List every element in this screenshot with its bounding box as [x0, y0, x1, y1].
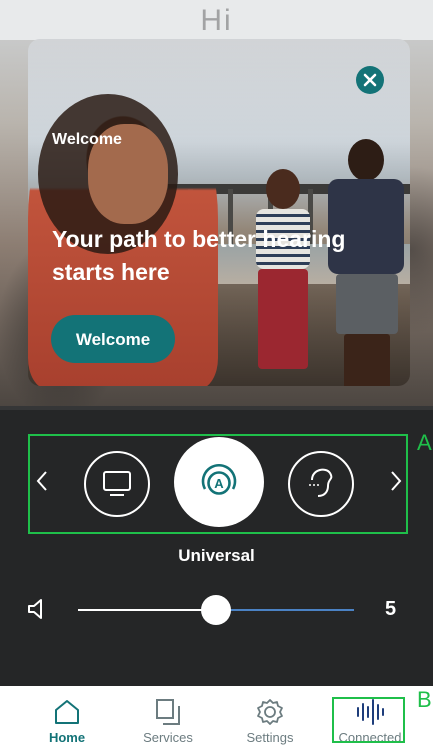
volume-track-filled[interactable] [78, 609, 218, 611]
volume-icon [27, 598, 47, 625]
nav-item-home[interactable]: Home [22, 686, 112, 746]
home-icon [22, 696, 112, 728]
nav-label-home: Home [48, 730, 86, 745]
services-icon [123, 696, 213, 728]
volume-slider-thumb[interactable] [201, 595, 231, 625]
nav-item-settings[interactable]: Settings [225, 686, 315, 746]
nav-label-services: Services [143, 730, 193, 745]
program-name: Universal [178, 546, 255, 565]
annotation-label-b: B [417, 687, 432, 712]
annotation-box-b [332, 697, 405, 743]
welcome-button[interactable]: Welcome [51, 315, 175, 363]
welcome-card[interactable]: Welcome Your path to better hearing star… [28, 39, 410, 386]
close-button[interactable] [356, 66, 384, 94]
app-screen: Hi Welcome Your path to better hearing s… [0, 0, 433, 746]
volume-value: 5 [385, 598, 397, 620]
gear-icon [225, 696, 315, 728]
volume-track-empty[interactable] [218, 609, 354, 611]
annotation-label-a: A [417, 430, 432, 455]
nav-item-services[interactable]: Services [123, 686, 213, 746]
head [348, 139, 384, 181]
nav-label-settings: Settings [246, 730, 294, 745]
close-icon [363, 73, 377, 87]
background-title: Hi [200, 4, 233, 37]
card-eyebrow: Welcome [52, 131, 122, 148]
card-headline: Your path to better hearing starts here [52, 226, 346, 285]
legs [344, 334, 390, 386]
head [266, 169, 300, 209]
annotation-box-a [28, 434, 408, 534]
